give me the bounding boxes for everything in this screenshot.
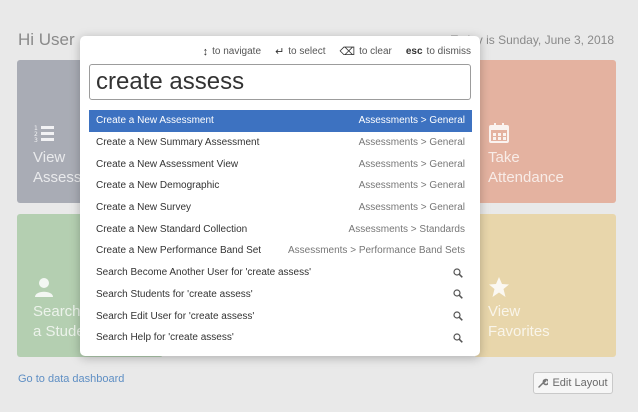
hint-clear-label: to clear: [359, 46, 392, 57]
search-icon: [453, 268, 463, 278]
result-title: Create a New Assessment: [96, 115, 214, 127]
star-icon: [489, 277, 509, 297]
result-title: Search Become Another User for 'create a…: [96, 267, 312, 279]
command-palette: ↕ to navigate ↵ to select ⌫ to clear esc…: [80, 36, 480, 356]
user-icon: [35, 278, 53, 297]
search-icon: [453, 311, 463, 321]
results-list: Create a New Assessment Assessments > Ge…: [89, 110, 472, 349]
result-category: Assessments > General: [358, 158, 465, 170]
hint-navigate: ↕ to navigate: [203, 45, 261, 58]
up-down-arrow-icon: ↕: [202, 45, 209, 58]
result-row[interactable]: Search Become Another User for 'create a…: [89, 262, 472, 284]
hint-select: ↵ to select: [275, 45, 325, 58]
edit-layout-label: Edit Layout: [552, 377, 608, 389]
result-row[interactable]: Search Edit User for 'create assess': [89, 305, 472, 327]
wrench-icon: [538, 378, 549, 388]
result-title: Search Students for 'create assess': [96, 288, 253, 300]
hint-dismiss: esc to dismiss: [406, 45, 471, 58]
result-row[interactable]: Search Help for 'create assess': [89, 327, 472, 349]
hint-dismiss-label: to dismiss: [426, 46, 471, 57]
result-row[interactable]: Create a New Assessment View Assessments…: [89, 153, 472, 175]
result-title: Search Edit User for 'create assess': [96, 310, 255, 322]
list-numbered-icon: 1 2 3: [34, 125, 54, 144]
result-title: Create a New Standard Collection: [96, 223, 248, 235]
command-search-input[interactable]: [89, 64, 471, 100]
result-row[interactable]: Create a New Standard Collection Assessm…: [89, 218, 472, 240]
tile-label: View Favorites: [488, 303, 550, 340]
tile-label: Take Attendance: [488, 149, 564, 186]
result-title: Create a New Summary Assessment: [96, 137, 260, 149]
keyboard-hints: ↕ to navigate ↵ to select ⌫ to clear esc…: [203, 45, 471, 59]
search-icon: [453, 333, 463, 343]
hint-select-label: to select: [288, 46, 326, 57]
result-category: Assessments > General: [358, 137, 465, 149]
calendar-icon: [489, 123, 509, 143]
result-title: Create a New Performance Band Set: [96, 245, 262, 257]
result-title: Search Help for 'create assess': [96, 332, 234, 344]
result-category: Assessments > Performance Band Sets: [287, 245, 465, 257]
tile-view-favorites[interactable]: View Favorites: [474, 214, 616, 357]
result-title: Create a New Survey: [96, 202, 192, 214]
result-category: Assessments > General: [358, 115, 465, 127]
tile-take-attendance[interactable]: Take Attendance: [474, 60, 616, 203]
backspace-icon: ⌫: [339, 46, 356, 58]
search-icon: [453, 289, 463, 300]
hint-clear: ⌫ to clear: [340, 45, 392, 58]
result-row[interactable]: Create a New Demographic Assessments > G…: [89, 175, 472, 197]
data-dashboard-link[interactable]: Go to data dashboard: [18, 373, 124, 385]
result-category: Assessments > General: [358, 180, 465, 192]
result-row[interactable]: Create a New Assessment Assessments > Ge…: [89, 110, 472, 132]
result-category: Assessments > General: [358, 202, 465, 214]
greeting: Hi User: [18, 30, 75, 49]
svg-text:3: 3: [34, 137, 38, 144]
result-title: Create a New Assessment View: [96, 158, 239, 170]
return-icon: ↵: [275, 46, 285, 58]
result-row[interactable]: Create a New Performance Band Set Assess…: [89, 240, 472, 262]
result-row[interactable]: Create a New Survey Assessments > Genera…: [89, 197, 472, 219]
result-title: Create a New Demographic: [96, 180, 220, 192]
hint-navigate-label: to navigate: [212, 46, 262, 57]
edit-layout-button[interactable]: Edit Layout: [533, 372, 613, 394]
esc-key-label: esc: [405, 46, 423, 57]
result-row[interactable]: Create a New Summary Assessment Assessme…: [89, 132, 472, 154]
result-category: Assessments > Standards: [348, 223, 465, 235]
result-row[interactable]: Search Students for 'create assess': [89, 284, 472, 306]
